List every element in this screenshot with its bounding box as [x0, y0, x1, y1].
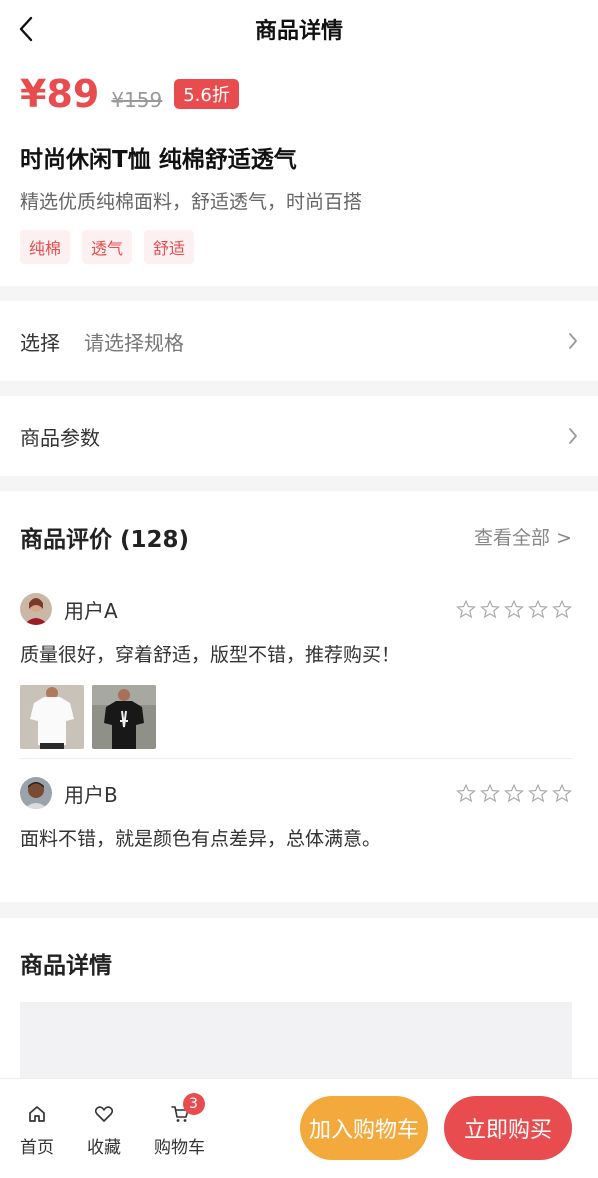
spec-select-row[interactable]: 选择 请选择规格 — [0, 301, 598, 381]
reviews-title: 商品评价 (128) — [20, 527, 190, 553]
avatar — [20, 593, 52, 625]
review-item: 用户A 质量很好，穿着舒适，版型不错，推荐购买！ — [20, 592, 572, 749]
favorite-tab[interactable]: 收藏 — [87, 1101, 121, 1158]
star-icon — [480, 783, 500, 803]
review-divider — [20, 758, 572, 759]
product-name: 时尚休闲T恤 纯棉舒适透气 — [20, 147, 297, 173]
product-tag: 纯棉 — [20, 230, 71, 264]
heart-icon — [94, 1106, 114, 1122]
chevron-right-icon — [569, 428, 577, 444]
product-tags: 纯棉 透气 舒适 — [20, 230, 195, 264]
spec-value: 请选择规格 — [84, 330, 184, 355]
price-row: ¥89 ¥159 5.6折 — [20, 72, 239, 116]
star-icon — [504, 599, 524, 619]
bottom-action-bar: 首页 收藏 3 购物车 加入购物车 立即购买 — [0, 1078, 598, 1178]
product-tag: 舒适 — [144, 230, 195, 264]
rating-stars — [456, 599, 572, 619]
home-label: 首页 — [20, 1138, 54, 1158]
star-icon — [456, 783, 476, 803]
spec-label: 选择 — [20, 330, 60, 355]
star-icon — [552, 599, 572, 619]
review-username: 用户A — [64, 598, 118, 623]
star-icon — [528, 599, 548, 619]
star-icon — [528, 783, 548, 803]
product-params-row[interactable]: 商品参数 — [0, 396, 598, 476]
buy-now-button[interactable]: 立即购买 — [444, 1096, 572, 1160]
favorite-label: 收藏 — [87, 1138, 121, 1158]
chevron-right-icon — [569, 333, 577, 349]
star-icon — [456, 599, 476, 619]
params-label: 商品参数 — [20, 425, 100, 450]
cart-label: 购物车 — [154, 1138, 205, 1158]
detail-title: 商品详情 — [20, 953, 112, 979]
see-all-reviews-link[interactable]: 查看全部 > — [474, 523, 572, 550]
cart-tab[interactable]: 3 购物车 — [154, 1093, 205, 1158]
current-price: ¥89 — [20, 72, 100, 116]
avatar — [20, 777, 52, 809]
back-button[interactable] — [12, 14, 40, 44]
page-title: 商品详情 — [254, 19, 343, 44]
review-image[interactable] — [20, 685, 84, 749]
star-icon — [480, 599, 500, 619]
home-icon — [29, 1106, 45, 1122]
star-icon — [504, 783, 524, 803]
review-image[interactable] — [92, 685, 156, 749]
rating-stars — [456, 783, 572, 803]
review-item: 用户B 面料不错，就是颜色有点差异，总体满意。 — [20, 776, 572, 851]
review-images — [20, 685, 572, 749]
add-to-cart-button[interactable]: 加入购物车 — [300, 1096, 428, 1160]
review-text: 面料不错，就是颜色有点差异，总体满意。 — [20, 828, 382, 850]
home-tab[interactable]: 首页 — [20, 1101, 54, 1158]
cart-count-badge: 3 — [182, 1093, 205, 1115]
chevron-left-icon — [19, 16, 33, 42]
original-price: ¥159 — [111, 88, 163, 112]
review-text: 质量很好，穿着舒适，版型不错，推荐购买！ — [20, 644, 401, 666]
product-description: 精选优质纯棉面料，舒适透气，时尚百搭 — [20, 191, 363, 213]
star-icon — [552, 783, 572, 803]
product-tag: 透气 — [82, 230, 133, 264]
nav-bar: 商品详情 — [0, 0, 598, 58]
review-username: 用户B — [64, 782, 118, 807]
discount-badge: 5.6折 — [174, 79, 239, 109]
